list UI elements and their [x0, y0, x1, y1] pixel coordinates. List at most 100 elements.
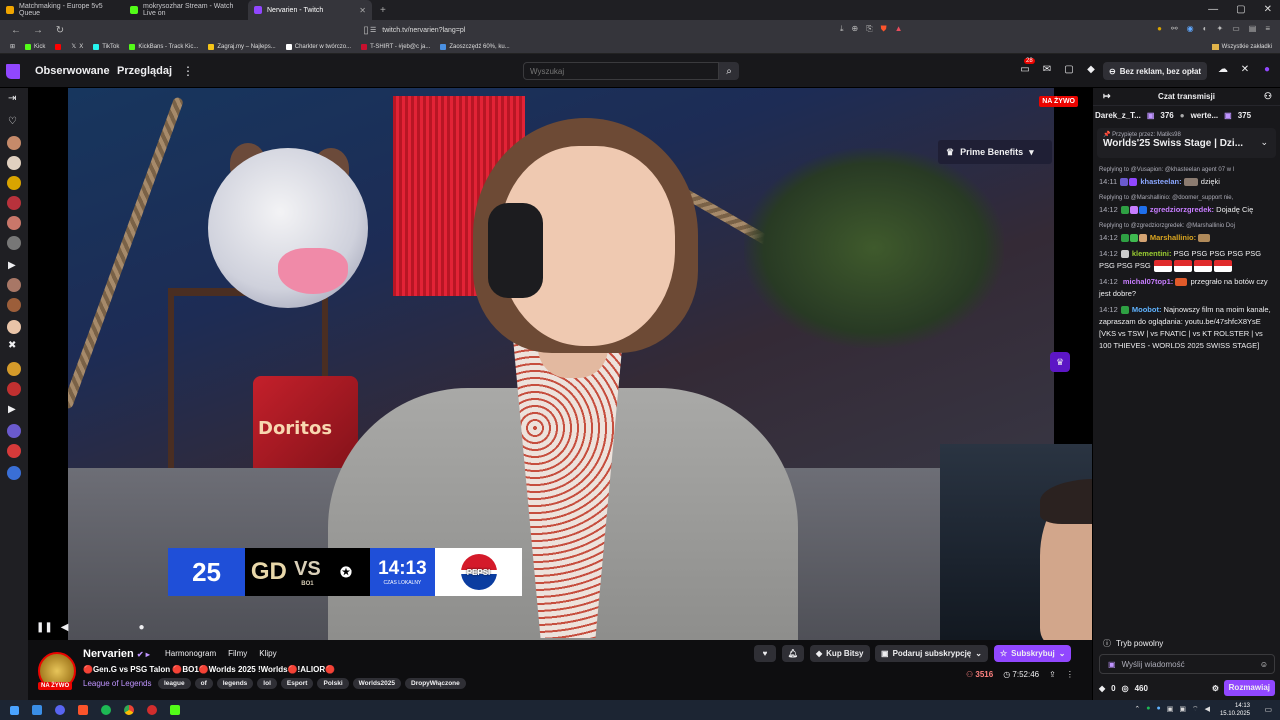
reload-icon[interactable]: ↻	[54, 25, 66, 36]
pause-icon[interactable]: ❚❚	[36, 622, 53, 633]
volume-icon[interactable]: ◀	[1205, 705, 1210, 714]
wallet-icon[interactable]: ▤	[1249, 24, 1257, 33]
bookmark-x[interactable]: 𝕏X	[71, 43, 83, 51]
channel-avatar[interactable]	[7, 156, 21, 170]
brave-icon[interactable]	[78, 705, 88, 715]
forward-icon[interactable]: →	[32, 25, 44, 36]
chrome-icon[interactable]	[124, 705, 134, 715]
all-bookmarks-folder[interactable]: Wszystkie zakładki	[1211, 43, 1272, 50]
bookmark-youtube[interactable]	[55, 43, 62, 50]
channel-avatar[interactable]	[7, 362, 21, 376]
download-icon[interactable]: ⤓	[840, 24, 844, 34]
community-icon[interactable]: ⚇	[1264, 91, 1272, 102]
video-camera-icon[interactable]: ▶	[8, 260, 16, 271]
badge-selector-icon[interactable]: ▣	[1108, 660, 1116, 669]
tab-clips[interactable]: Klipy	[259, 649, 276, 658]
brave-shield-icon[interactable]: ⛊	[881, 24, 887, 34]
channel-avatar[interactable]	[7, 320, 21, 334]
subscribe-button[interactable]: ☆ Subskrybuj ⌄	[994, 645, 1072, 662]
bits-icon[interactable]: ◆	[1099, 684, 1105, 693]
tag[interactable]: Esport	[280, 678, 314, 689]
channel-avatar[interactable]	[7, 444, 21, 458]
tab-videos[interactable]: Filmy	[228, 649, 247, 658]
message-user[interactable]: khasteelan:	[1140, 177, 1181, 186]
channel-avatar[interactable]	[7, 278, 21, 292]
extensions-puzzle-icon[interactable]: ✦	[1217, 24, 1224, 33]
brave-rewards-icon[interactable]: ▲	[895, 24, 903, 34]
channel-avatar[interactable]	[7, 216, 21, 230]
menu-icon[interactable]: ≡	[1265, 24, 1270, 33]
obs-icon[interactable]	[147, 705, 157, 715]
network-icon[interactable]: ⌔	[1192, 705, 1199, 714]
minimize-icon[interactable]: —	[1208, 4, 1218, 15]
tray-icon[interactable]: ▣	[1167, 705, 1174, 714]
file-explorer-icon[interactable]	[32, 705, 42, 715]
message-user[interactable]: zgredziorzgredek:	[1150, 205, 1214, 214]
bookmark-tshirt[interactable]: T-SHIRT - #jeb@c ja...	[361, 43, 430, 50]
nav-following[interactable]: Obserwowane	[35, 65, 110, 77]
tag[interactable]: legends	[216, 678, 254, 689]
close-window-icon[interactable]: ✕	[1264, 4, 1272, 15]
pinned-message[interactable]: 📌 Przypięte przez: Matiks98 Worlds'25 Sw…	[1097, 128, 1276, 158]
close-tab-icon[interactable]: ✕	[359, 6, 366, 15]
nav-browse[interactable]: Przeglądaj	[117, 65, 172, 77]
tray-icon[interactable]: ⌃	[1134, 705, 1140, 714]
sidebar-toggle-icon[interactable]: ▭	[1232, 24, 1240, 33]
site-info-icon[interactable]: ☰	[370, 26, 376, 34]
bookmark-kickbans[interactable]: KickBans - Track Kic...	[129, 43, 198, 50]
video-camera-icon[interactable]: ▶	[8, 404, 16, 415]
tag[interactable]: of	[194, 678, 213, 689]
gift-icon[interactable]: ⚙	[1212, 684, 1219, 693]
bookmark-zaoszczedz[interactable]: Zaoszczędź 60%, ku...	[440, 43, 510, 50]
zoom-icon[interactable]: ⊕	[852, 24, 859, 34]
notifications-icon[interactable]: ▭ 28	[1014, 58, 1036, 75]
discord-icon[interactable]	[55, 705, 65, 715]
follow-heart-button[interactable]: ♥	[754, 645, 776, 662]
extension-icon[interactable]: ◉	[1187, 24, 1194, 33]
tag[interactable]: Polski	[317, 678, 349, 689]
bookmark-kick[interactable]: Kick	[25, 43, 45, 50]
prime-benefits-button[interactable]: ♛ Prime Benefits ▾	[938, 140, 1052, 164]
channel-avatar[interactable]	[7, 466, 21, 480]
turbo-button[interactable]: ⊖ Bez reklam, bez opłat	[1103, 62, 1208, 80]
whispers-icon[interactable]: ▢	[1058, 64, 1080, 75]
tag[interactable]: DropyWłączone	[405, 678, 466, 689]
browser-tab-matchmaking[interactable]: Matchmaking - Europe 5v5 Queue	[0, 0, 124, 20]
tray-icon[interactable]: ●	[1146, 705, 1150, 714]
channel-name[interactable]: Nervarien ✔ ▸	[83, 648, 150, 660]
stream-category[interactable]: League of Legends	[83, 679, 152, 688]
channel-avatar[interactable]	[7, 236, 21, 250]
expand-sidebar-icon[interactable]: ⇥	[8, 93, 16, 104]
channel-avatar[interactable]	[7, 176, 21, 190]
system-clock[interactable]: 14:13 15.10.2025	[1220, 702, 1250, 718]
collapse-chat-icon[interactable]: ↦	[1103, 91, 1111, 102]
chevron-down-icon[interactable]: ⌄	[1260, 137, 1268, 148]
chat-send-button[interactable]: Rozmawiaj	[1223, 680, 1275, 696]
tag[interactable]: league	[158, 678, 191, 689]
search-icon[interactable]: ⌕	[719, 62, 739, 80]
apps-grid-icon[interactable]: ⊞	[10, 43, 15, 50]
bookmark-charkter[interactable]: Charkter w twórczo...	[285, 43, 351, 50]
share-icon[interactable]: ⎘	[866, 24, 872, 34]
drops-icon[interactable]: ◆	[1080, 64, 1102, 75]
emote-picker-icon[interactable]: ☺	[1260, 660, 1268, 669]
extension-icon[interactable]: ◐	[1203, 24, 1208, 33]
tray-icon[interactable]: ▣	[1179, 705, 1186, 714]
extension-icon[interactable]: ●	[1157, 24, 1162, 33]
back-icon[interactable]: ←	[10, 25, 22, 36]
app-icon[interactable]	[170, 705, 180, 715]
chat-input[interactable]: ▣ Wyślij wiadomość ☺	[1099, 654, 1275, 674]
extension-icon[interactable]: ⚯	[1171, 24, 1178, 33]
new-tab-button[interactable]: +	[380, 5, 386, 16]
message-user[interactable]: Marshallinio:	[1150, 233, 1196, 242]
volume-slider-handle[interactable]: ●	[138, 622, 144, 633]
channel-avatar[interactable]	[7, 424, 21, 438]
spotify-icon[interactable]	[101, 705, 111, 715]
hype-train-icon[interactable]: ♛	[1050, 352, 1070, 372]
message-user[interactable]: Moobot:	[1132, 305, 1162, 314]
channel-icon[interactable]: ✖	[8, 340, 16, 351]
twitch-logo-icon[interactable]	[6, 64, 20, 79]
tray-icon[interactable]: ●	[1157, 705, 1161, 714]
bookmark-zagraj[interactable]: Zagraj.my – Najleps...	[208, 43, 276, 50]
video-player[interactable]: Doritos ♛ Prime Benefits ▾ 25 GD VS BO1 ✪ 1…	[28, 88, 1092, 640]
